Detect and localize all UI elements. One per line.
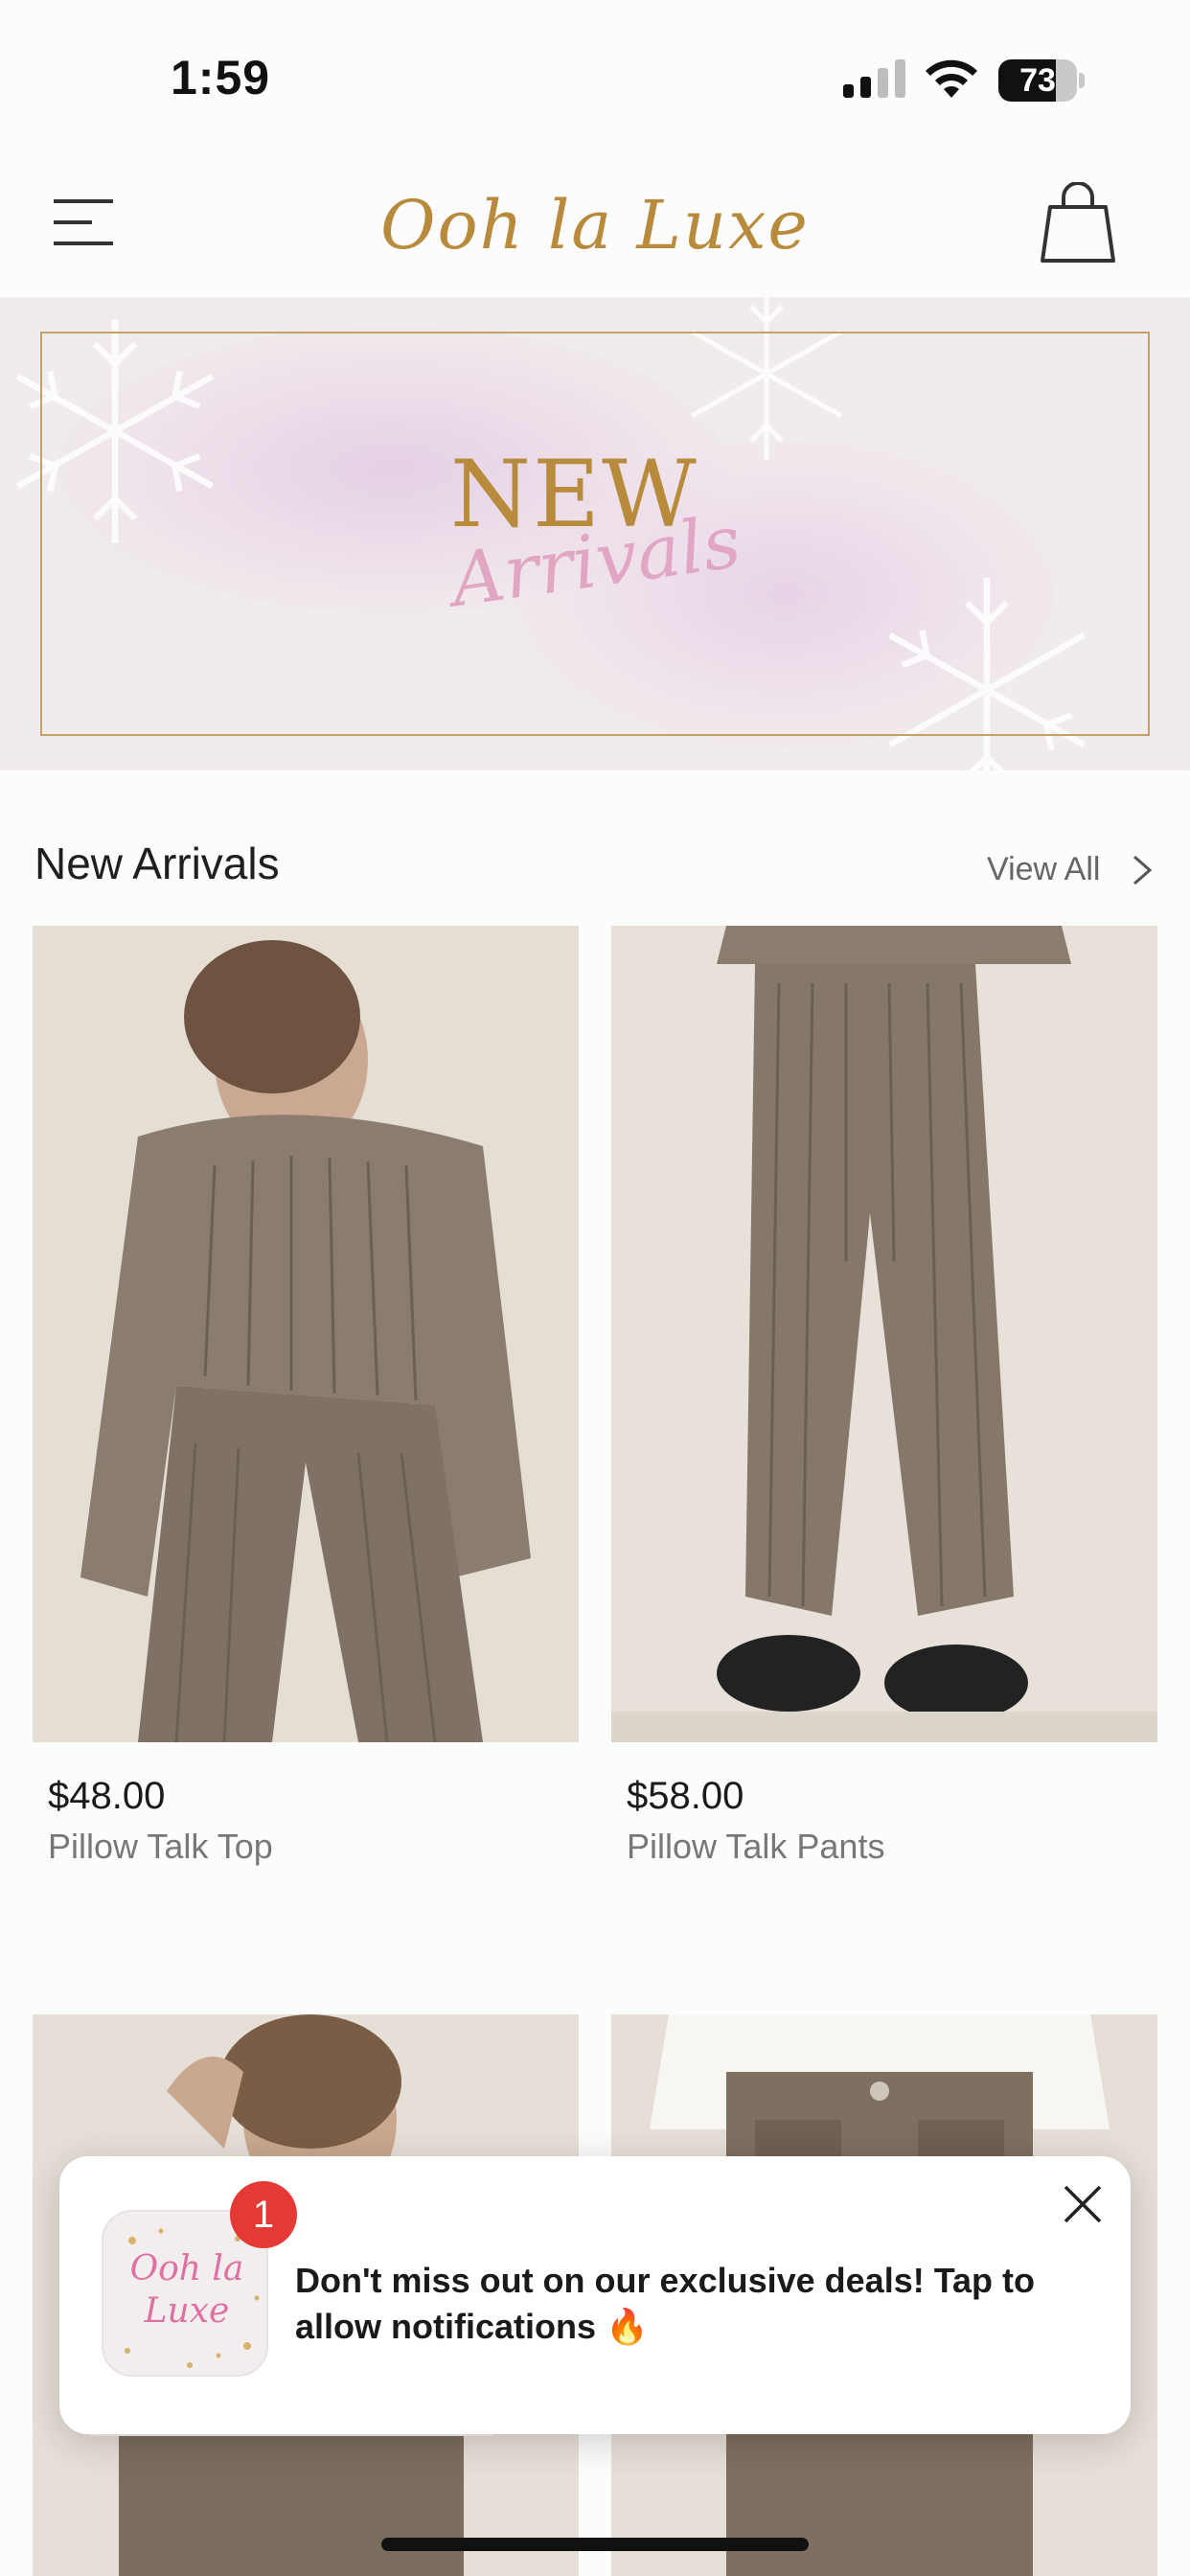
battery-icon: 73 <box>998 59 1085 102</box>
brand-logo[interactable]: Ooh la Luxe <box>364 172 826 278</box>
battery-level: 73 <box>1019 62 1056 99</box>
status-bar: 1:59 73 <box>0 0 1190 153</box>
view-all-link[interactable]: View All <box>987 851 1100 888</box>
notification-badge: 1 <box>230 2181 297 2248</box>
promo-banner[interactable]: NEW Arrivals <box>0 297 1190 770</box>
hamburger-icon[interactable] <box>54 196 113 249</box>
product-price: $58.00 <box>627 1775 744 1817</box>
section-title: New Arrivals <box>34 839 280 888</box>
app-icon-text: Ooh la Luxe <box>129 2249 244 2331</box>
wifi-icon <box>926 59 977 98</box>
notification-prompt[interactable]: Ooh la Luxe 1 Don't miss out on our excl… <box>59 2156 1131 2434</box>
product-name[interactable]: Pillow Talk Top <box>48 1827 273 1867</box>
notification-message[interactable]: Don't miss out on our exclusive deals! T… <box>295 2258 1062 2350</box>
shopping-bag-icon[interactable] <box>1041 182 1115 264</box>
product-name[interactable]: Pillow Talk Pants <box>627 1827 884 1867</box>
chevron-right-icon[interactable] <box>1131 853 1154 887</box>
home-indicator[interactable] <box>381 2538 809 2551</box>
status-time: 1:59 <box>171 51 271 104</box>
close-icon[interactable] <box>1060 2181 1106 2227</box>
product-price: $48.00 <box>48 1775 166 1817</box>
signal-icon <box>843 59 905 98</box>
product-image[interactable] <box>33 926 579 1742</box>
product-image[interactable] <box>611 926 1157 1742</box>
nav-bar: Ooh la Luxe <box>0 153 1190 297</box>
